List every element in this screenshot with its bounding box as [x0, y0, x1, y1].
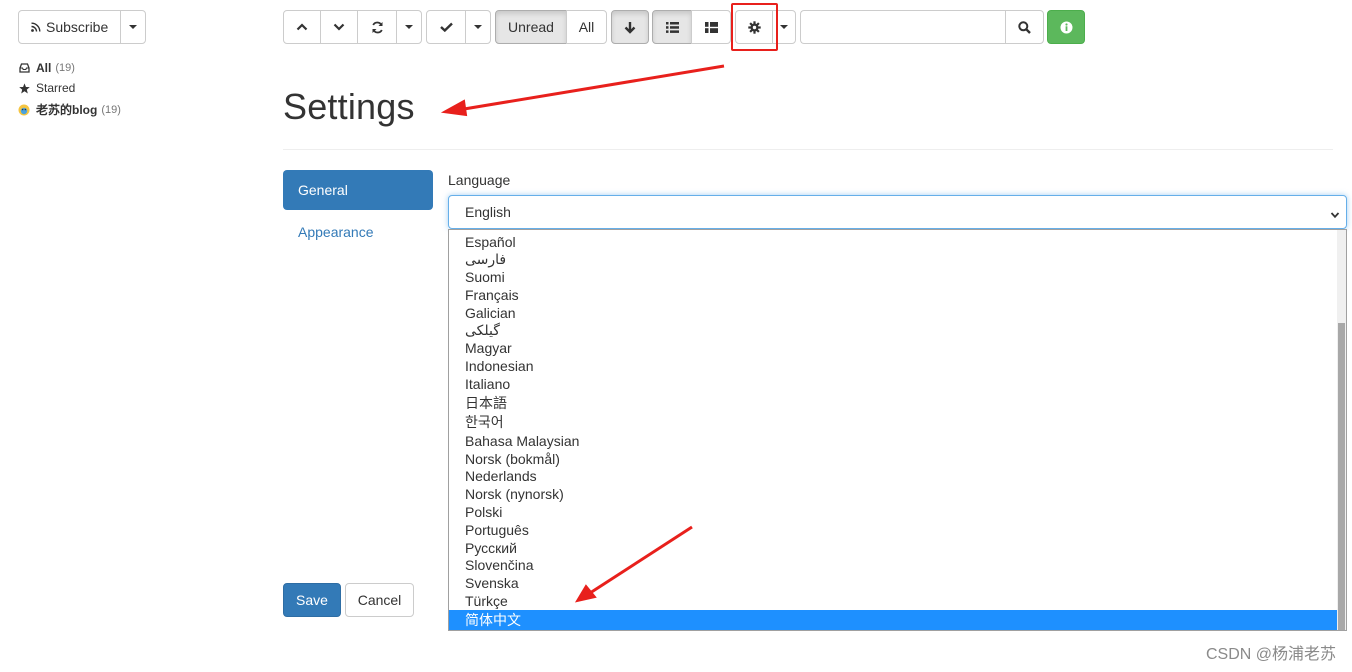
annotation-arrows — [440, 64, 725, 603]
watermark: CSDN @杨浦老苏 — [1205, 646, 1336, 663]
annotation-arrow-to-title — [440, 64, 725, 117]
annotation-arrow-to-option — [574, 525, 693, 603]
